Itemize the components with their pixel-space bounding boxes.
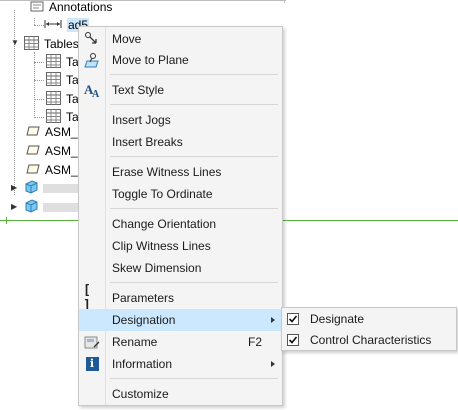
submenu-item-designate[interactable]: Designate bbox=[282, 309, 456, 330]
tree-node-tables[interactable]: Tables bbox=[24, 34, 79, 54]
menu-item-move[interactable]: Move bbox=[79, 28, 282, 50]
menu-item-label: Text Style bbox=[112, 83, 165, 97]
tree-node-part[interactable] bbox=[24, 178, 83, 198]
tree-guide-line bbox=[34, 80, 44, 81]
tree-guide-line bbox=[34, 18, 35, 25]
menu-item-skew-dimension[interactable]: Skew Dimension bbox=[79, 257, 282, 279]
tree-guide-line bbox=[34, 117, 44, 118]
tree-node-asm-plane[interactable]: ASM_I bbox=[26, 122, 81, 142]
menu-item-customize[interactable]: Customize bbox=[79, 383, 282, 405]
menu-item-label: Rename bbox=[112, 335, 158, 349]
submenu-arrow-icon bbox=[271, 317, 275, 323]
menu-item-information[interactable]: i Information bbox=[79, 353, 282, 375]
menu-item-label: Customize bbox=[112, 387, 169, 401]
menu-item-designation[interactable]: Designation bbox=[79, 309, 282, 331]
checkbox-icon[interactable] bbox=[287, 334, 299, 346]
table-icon bbox=[46, 71, 61, 89]
tree-guide-line bbox=[34, 25, 44, 26]
tree-node-asm-plane[interactable]: ASM_I bbox=[26, 160, 81, 180]
tree-guide-line bbox=[34, 99, 44, 100]
move-icon bbox=[83, 31, 101, 47]
tree-node-part[interactable] bbox=[24, 197, 83, 217]
menu-item-insert-jogs[interactable]: Insert Jogs bbox=[79, 109, 282, 131]
table-icon bbox=[46, 53, 61, 71]
expand-part-icon[interactable]: ▶ bbox=[11, 202, 17, 211]
table-label: Ta bbox=[66, 92, 79, 106]
tree-node-table[interactable]: Ta bbox=[46, 52, 79, 72]
menu-separator bbox=[110, 74, 278, 75]
blurred-part-name bbox=[43, 202, 83, 212]
submenu-item-control-characteristics[interactable]: Control Characteristics bbox=[282, 330, 456, 351]
menu-item-label: Skew Dimension bbox=[112, 261, 202, 275]
menu-item-label: Insert Breaks bbox=[112, 135, 183, 149]
part-icon bbox=[24, 179, 38, 197]
menu-separator bbox=[110, 156, 278, 157]
datum-plane-icon bbox=[26, 163, 40, 178]
tree-border-corner bbox=[284, 0, 285, 3]
move-to-plane-icon bbox=[83, 52, 101, 68]
info-icon: i bbox=[83, 356, 101, 372]
table-icon bbox=[24, 35, 39, 53]
text-style-icon: AA bbox=[83, 82, 101, 98]
menu-item-label: Move bbox=[112, 32, 142, 46]
menu-separator bbox=[110, 378, 278, 379]
table-label: Ta bbox=[66, 55, 79, 69]
menu-item-parameters[interactable]: [ ] Parameters bbox=[79, 283, 282, 313]
dimension-icon bbox=[44, 18, 62, 32]
annotations-folder-icon bbox=[30, 0, 44, 16]
menu-item-label: Parameters bbox=[112, 291, 175, 305]
insert-indicator-tick bbox=[6, 217, 7, 224]
tree-guide-line bbox=[34, 62, 44, 63]
tree-node-asm-plane[interactable]: ASM_I bbox=[26, 141, 81, 161]
part-icon bbox=[24, 198, 38, 216]
menu-item-label: Information bbox=[112, 357, 173, 371]
menu-item-toggle-to-ordinate[interactable]: Toggle To Ordinate bbox=[79, 183, 282, 205]
menu-item-erase-witness-lines[interactable]: Erase Witness Lines bbox=[79, 161, 282, 183]
menu-item-label: Insert Jogs bbox=[112, 113, 171, 127]
datum-plane-icon bbox=[26, 144, 40, 159]
menu-item-label: Move to Plane bbox=[112, 53, 189, 67]
blurred-part-name bbox=[43, 183, 83, 193]
rename-icon bbox=[83, 334, 101, 350]
asm-plane-label: ASM_I bbox=[45, 144, 82, 158]
submenu-item-label: Control Characteristics bbox=[310, 333, 432, 347]
asm-plane-label: ASM_I bbox=[45, 125, 82, 139]
context-menu: Move Move to Plane AA Text Style Insert … bbox=[78, 26, 283, 406]
asm-plane-label: ASM_I bbox=[45, 163, 82, 177]
menu-item-rename[interactable]: Rename F2 bbox=[79, 331, 282, 353]
designation-submenu: Designate Control Characteristics bbox=[281, 307, 457, 351]
menu-separator bbox=[110, 104, 278, 105]
datum-plane-icon bbox=[26, 125, 40, 140]
menu-item-clip-witness-lines[interactable]: Clip Witness Lines bbox=[79, 235, 282, 257]
menu-item-insert-breaks[interactable]: Insert Breaks bbox=[79, 131, 282, 153]
menu-item-move-to-plane[interactable]: Move to Plane bbox=[79, 49, 282, 71]
menu-item-change-orientation[interactable]: Change Orientation bbox=[79, 213, 282, 235]
rename-shortcut: F2 bbox=[247, 335, 262, 349]
submenu-arrow-icon bbox=[271, 361, 275, 367]
tree-node-table[interactable]: Ta bbox=[46, 70, 79, 90]
menu-item-text-style[interactable]: AA Text Style bbox=[79, 79, 282, 101]
menu-item-label: Designation bbox=[112, 313, 176, 327]
table-label: Ta bbox=[66, 73, 79, 87]
menu-item-label: Change Orientation bbox=[112, 217, 217, 231]
menu-item-label: Toggle To Ordinate bbox=[112, 187, 213, 201]
parameters-icon: [ ] bbox=[83, 283, 91, 313]
menu-separator bbox=[110, 282, 278, 283]
table-icon bbox=[46, 90, 61, 108]
submenu-item-label: Designate bbox=[310, 312, 365, 326]
tree-node-table[interactable]: Ta bbox=[46, 89, 79, 109]
menu-item-label: Clip Witness Lines bbox=[112, 239, 211, 253]
collapse-tables-icon[interactable]: ▼ bbox=[11, 38, 19, 47]
checkbox-icon[interactable] bbox=[287, 313, 299, 325]
menu-separator bbox=[110, 208, 278, 209]
svg-text:A: A bbox=[92, 89, 100, 98]
tables-label: Tables bbox=[44, 37, 79, 51]
expand-part-icon[interactable]: ▶ bbox=[11, 183, 17, 192]
annotations-label: Annotations bbox=[49, 0, 113, 14]
menu-item-label: Erase Witness Lines bbox=[112, 165, 222, 179]
